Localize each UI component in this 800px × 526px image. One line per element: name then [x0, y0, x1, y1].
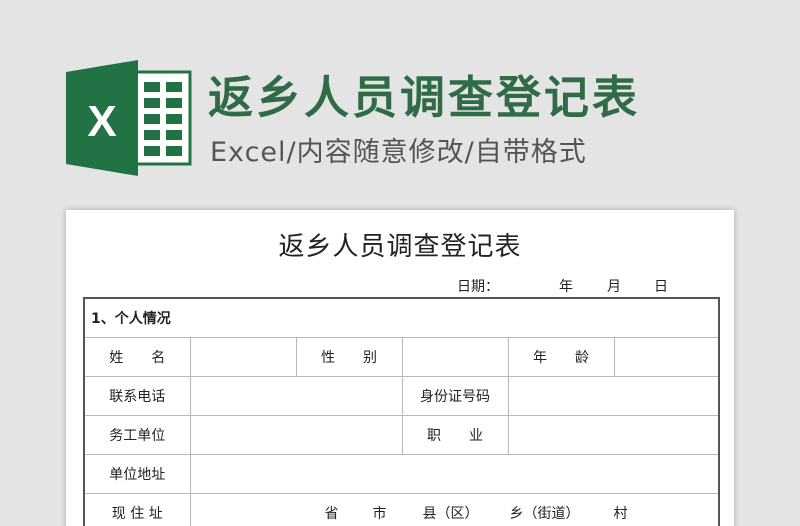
date-year: 年	[559, 279, 573, 295]
table-row: 现 住 址 省 市 县（区） 乡（街道） 村	[83, 492, 720, 526]
section-row: 1、个人情况	[83, 297, 720, 338]
address-county: 县（区）	[422, 505, 479, 522]
document-title: 返乡人员调查登记表	[278, 232, 522, 262]
address-province: 省	[324, 505, 339, 522]
label-unit-address: 单位地址	[83, 453, 191, 494]
banner-subtitle: Excel/内容随意修改/自带格式	[210, 137, 587, 168]
table-row: 务工单位 职 业	[83, 414, 720, 455]
id-number-field[interactable]	[507, 375, 720, 416]
label-id-number: 身份证号码	[401, 375, 509, 416]
unit-address-field[interactable]	[189, 453, 720, 494]
label-current-address: 现 住 址	[83, 492, 191, 526]
date-day: 日	[654, 279, 668, 295]
label-occupation: 职 业	[401, 414, 509, 455]
logo-letter: X	[87, 97, 116, 146]
phone-field[interactable]	[189, 375, 403, 416]
label-work-unit: 务工单位	[83, 414, 191, 455]
gender-field[interactable]	[401, 336, 509, 377]
label-name: 姓 名	[83, 336, 191, 377]
document-paper: 返乡人员调查登记表 日期： 年 月 日 1、个人情况 姓 名 性 别 年 龄 联…	[66, 210, 734, 526]
work-unit-field[interactable]	[189, 414, 403, 455]
section-personal-info: 1、个人情况	[83, 297, 720, 338]
address-city: 市	[372, 505, 387, 522]
age-field[interactable]	[613, 336, 720, 377]
label-phone: 联系电话	[83, 375, 191, 416]
address-township: 乡（街道）	[509, 505, 580, 522]
current-address-field[interactable]: 省 市 县（区） 乡（街道） 村	[189, 492, 720, 526]
table-row: 联系电话 身份证号码	[83, 375, 720, 416]
label-age: 年 龄	[507, 336, 615, 377]
address-village: 村	[613, 505, 628, 522]
table-row: 单位地址	[83, 453, 720, 494]
label-gender: 性 别	[295, 336, 403, 377]
excel-logo-icon: X	[66, 60, 192, 176]
date-label: 日期：	[457, 279, 499, 295]
occupation-field[interactable]	[507, 414, 720, 455]
address-parts: 省 市 县（区） 乡（街道） 村	[197, 503, 713, 523]
table-row: 姓 名 性 别 年 龄	[83, 336, 720, 377]
date-month: 月	[607, 279, 621, 295]
name-field[interactable]	[189, 336, 297, 377]
registration-form-table: 1、个人情况 姓 名 性 别 年 龄 联系电话 身份证号码 务工单位 职 业 单…	[83, 297, 720, 526]
banner-title: 返乡人员调查登记表	[208, 71, 641, 124]
